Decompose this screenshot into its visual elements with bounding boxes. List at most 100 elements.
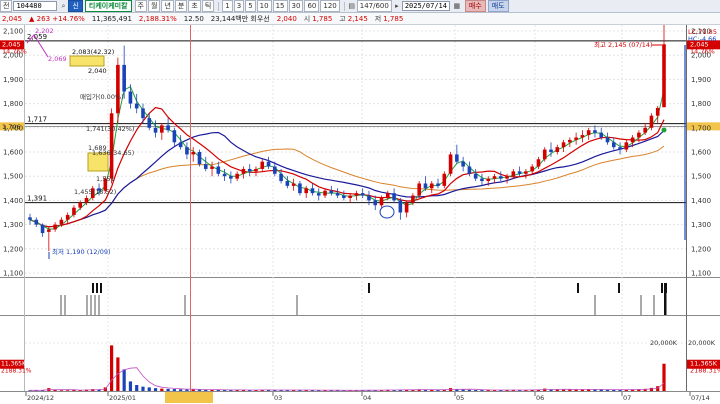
left-price-tick: 1,800: [3, 100, 23, 108]
candle-body: [216, 166, 221, 174]
candle-body: [203, 164, 208, 169]
volume-bar: [467, 389, 472, 391]
low-label: 고: [339, 14, 346, 23]
right-price-tick: 2,000: [691, 52, 711, 60]
label-2069: 2,069: [48, 55, 67, 63]
signal-bar-black: [100, 283, 102, 293]
current-price: 2,045: [2, 14, 23, 23]
candle-body: [524, 171, 528, 174]
period-button-4[interactable]: 초: [188, 0, 201, 12]
volume-bar: [480, 390, 484, 391]
signal-bar-gray: [640, 295, 642, 315]
candle-body: [404, 202, 409, 213]
arrow-right-icon[interactable]: ▸: [393, 2, 401, 10]
candle-body: [273, 166, 277, 174]
signal-bar-gray: [184, 295, 186, 315]
high-group: 고 2,145: [339, 14, 368, 24]
volume-left-tick: 20,000K: [650, 339, 678, 347]
candle-body: [442, 173, 447, 186]
period-button-5[interactable]: 틱: [201, 0, 215, 12]
divider: [218, 1, 220, 11]
label-2202: 2,202: [35, 27, 54, 35]
volume-bar: [110, 345, 114, 391]
chart-type-button[interactable]: 신: [68, 0, 83, 12]
interval-button-2[interactable]: 5: [245, 0, 256, 12]
trade-amount-value: 23,144백만: [210, 14, 249, 23]
candle-body: [354, 193, 359, 196]
volume-bar: [166, 388, 170, 391]
volume-bar: [185, 389, 189, 391]
candle-body: [486, 178, 491, 182]
label-2040: 2,040: [88, 67, 107, 75]
low-group: 저 1,785: [375, 14, 404, 24]
volume-bar: [147, 387, 151, 391]
left-price-tick: 1,500: [3, 173, 23, 181]
period-button-1[interactable]: 월: [148, 0, 161, 12]
sell-button[interactable]: 매도: [487, 0, 509, 12]
candle-body: [611, 142, 616, 148]
volume-bar: [662, 363, 666, 391]
candle-body: [530, 166, 534, 172]
candle-body: [593, 130, 597, 133]
candle-body: [141, 108, 145, 119]
candle-body: [28, 217, 32, 220]
stock-chart[interactable]: 2,0591,7171,3911,7062,04514.76%2,04514.7…: [0, 25, 720, 404]
period-button-0[interactable]: 주: [134, 0, 147, 12]
interval-button-6[interactable]: 60: [304, 0, 320, 12]
stock-name: 티케이케미칼: [84, 0, 132, 12]
candle-body: [291, 183, 296, 186]
candle-body: [637, 132, 641, 138]
interval-button-5[interactable]: 30: [288, 0, 304, 12]
volume-bar: [59, 390, 63, 391]
volume-axis-tick: 20,000K: [688, 339, 716, 347]
right-price-tick: 1,900: [691, 76, 711, 84]
candle-body: [398, 200, 403, 213]
volume-bar: [141, 386, 145, 391]
interval-button-3[interactable]: 10: [256, 0, 272, 12]
candle-body: [279, 173, 283, 182]
candle-body: [329, 190, 334, 194]
candle-body: [229, 176, 233, 179]
interval-button-0[interactable]: 1: [222, 0, 233, 12]
candle-body: [47, 229, 51, 232]
period-button-2[interactable]: 년: [161, 0, 174, 12]
interval-button-1[interactable]: 3: [233, 0, 245, 12]
level-1391-label: 1,391: [27, 195, 47, 203]
right-price-tick: 1,200: [691, 245, 711, 253]
candle-body: [59, 219, 64, 225]
calendar-icon[interactable]: ▦: [453, 2, 461, 10]
interval-button-7[interactable]: 120: [320, 0, 340, 12]
volume-bar: [605, 389, 610, 391]
divider: [343, 1, 345, 11]
buy-button[interactable]: 매수: [464, 0, 486, 12]
date-input[interactable]: [401, 1, 450, 11]
right-price-tick: 1,700: [691, 124, 711, 132]
volume-bar: [72, 390, 76, 391]
candle-body: [480, 178, 484, 182]
trade-amount: 23,144백만 회우선: [211, 14, 270, 24]
search-icon[interactable]: ⌕: [59, 2, 67, 11]
candle-body: [260, 161, 265, 169]
candle-body: [574, 137, 578, 140]
list-icon[interactable]: ▤: [348, 2, 356, 10]
candle-body: [298, 183, 302, 194]
candle-body: [84, 197, 89, 203]
candle-body: [304, 188, 308, 194]
stock-code-input[interactable]: [13, 1, 58, 11]
candle-body: [367, 195, 371, 201]
candle-body: [417, 183, 421, 196]
date-label: 07/14: [691, 394, 710, 402]
menu-button[interactable]: 전: [0, 0, 13, 12]
close-label: 저: [374, 14, 382, 23]
open-label: 시 1,785: [304, 14, 333, 24]
volume-bar: [649, 387, 654, 391]
candle-body: [254, 168, 258, 172]
close-price: 1,785: [383, 14, 404, 23]
candle-body: [222, 173, 227, 177]
period-button-3[interactable]: 분: [174, 0, 188, 12]
date-label: 07: [623, 394, 631, 402]
label-buy-point: 매입가(0.00%): [80, 92, 124, 101]
interval-button-4[interactable]: 15: [272, 0, 288, 12]
candle-body: [65, 214, 70, 220]
left-volume-current-tag: 11,365K: [1, 361, 27, 368]
